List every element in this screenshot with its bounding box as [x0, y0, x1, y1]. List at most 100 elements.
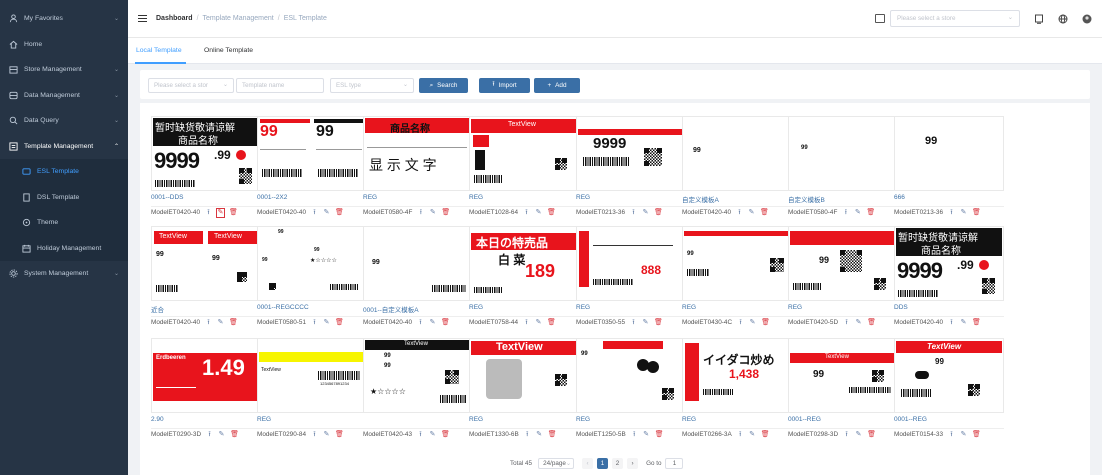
template-name[interactable]: 0001--REGCCCC [257, 304, 367, 311]
template-name-input[interactable]: Template name [236, 78, 324, 93]
upload-icon[interactable]: ⭱ [843, 319, 850, 327]
edit-icon[interactable]: ✎ [323, 431, 330, 439]
edit-icon[interactable]: ✎ [749, 319, 756, 327]
sidebar-item-home[interactable]: Home [0, 32, 128, 58]
upload-icon[interactable]: ⭱ [523, 209, 530, 217]
template-name[interactable]: REG [788, 304, 898, 311]
store-filter-select[interactable]: Please select a stor ⌄ [148, 78, 234, 93]
delete-icon[interactable]: 🗑 [441, 319, 450, 327]
template-thumbnail[interactable]: 9999 [576, 116, 686, 191]
upload-icon[interactable]: ⭱ [417, 431, 424, 439]
template-thumbnail[interactable]: TextView 1234567891234 [257, 338, 367, 413]
template-name[interactable]: 近合 [151, 304, 261, 314]
template-thumbnail[interactable]: 99 99 99 ★☆☆☆☆ [257, 226, 367, 301]
delete-icon[interactable]: 🗑 [441, 431, 450, 439]
delete-icon[interactable]: 🗑 [547, 319, 556, 327]
upload-icon[interactable]: ⭱ [843, 431, 850, 439]
template-thumbnail[interactable]: 暂时缺货敬请谅解 商品名称 9999 .99 [894, 226, 1004, 301]
upload-icon[interactable]: ⭱ [311, 209, 318, 217]
delete-icon[interactable]: 🗑 [548, 431, 557, 439]
upload-icon[interactable]: ⭱ [417, 319, 424, 327]
page-size-select[interactable]: 24/page ⌄ [538, 458, 575, 469]
template-name[interactable]: REG [469, 194, 579, 201]
template-name[interactable]: REG [257, 416, 367, 423]
template-thumbnail[interactable]: 888 [576, 226, 686, 301]
avatar[interactable] [1082, 14, 1092, 24]
tab-online-template[interactable]: Online Template [204, 47, 253, 54]
delete-icon[interactable]: 🗑 [760, 209, 769, 217]
upload-icon[interactable]: ⭱ [736, 209, 743, 217]
sidebar-item-favorites[interactable]: My Favorites ⌄ [0, 6, 128, 32]
delete-icon[interactable]: 🗑 [867, 431, 876, 439]
template-thumbnail[interactable]: 99 [363, 226, 473, 301]
globe-icon[interactable] [1058, 14, 1068, 24]
search-button[interactable]: ⌕ Search [419, 78, 468, 93]
edit-icon[interactable]: ✎ [217, 319, 224, 327]
delete-icon[interactable]: 🗑 [972, 431, 981, 439]
sidebar-item-template-management[interactable]: Template Management ⌃ [0, 134, 128, 160]
delete-icon[interactable]: 🗑 [229, 209, 238, 217]
template-card[interactable]: 本日の特売品 白 菜 189 REG ModelET0758-44 ⭱ ✎ 🗑 [469, 226, 579, 330]
upload-icon[interactable]: ⭱ [737, 431, 744, 439]
delete-icon[interactable]: 🗑 [335, 319, 344, 327]
screen-icon[interactable] [1034, 14, 1044, 24]
delete-icon[interactable]: 🗑 [761, 431, 770, 439]
next-page-button[interactable]: › [627, 458, 639, 469]
template-card[interactable]: 99 自定义模板A ModelET0420-40 ⭱ ✎ 🗑 [682, 116, 792, 220]
delete-icon[interactable]: 🗑 [761, 319, 770, 327]
template-card[interactable]: TextView REG ModelET1330-6B ⭱ ✎ 🗑 [469, 338, 579, 442]
upload-icon[interactable]: ⭱ [205, 319, 212, 327]
upload-icon[interactable]: ⭱ [417, 209, 424, 217]
delete-icon[interactable]: 🗑 [972, 319, 981, 327]
template-name[interactable]: REG [576, 304, 686, 311]
delete-icon[interactable]: 🗑 [229, 319, 238, 327]
upload-icon[interactable]: ⭱ [523, 319, 530, 327]
delete-icon[interactable]: 🗑 [441, 209, 450, 217]
upload-icon[interactable]: ⭱ [842, 209, 849, 217]
template-card[interactable]: TextView 99 99 ★☆☆☆☆ ModelET0420-43 ⭱ ✎ … [363, 338, 473, 442]
template-thumbnail[interactable]: TextView [469, 116, 579, 191]
edit-icon[interactable]: ✎ [535, 319, 542, 327]
template-thumbnail[interactable]: 商品名称 显 示 文 字 [363, 116, 473, 191]
template-card[interactable]: 99 REG ModelET0420-5D ⭱ ✎ 🗑 [788, 226, 898, 330]
edit-icon[interactable]: ✎ [536, 431, 543, 439]
template-name[interactable]: REG [469, 416, 579, 423]
template-name[interactable]: 0001--DDS [151, 194, 261, 201]
edit-icon[interactable]: ✎ [535, 209, 542, 217]
template-thumbnail[interactable]: 99 [788, 226, 898, 301]
template-card[interactable]: 商品名称 显 示 文 字 REG ModelET0580-4F ⭱ ✎ 🗑 [363, 116, 473, 220]
template-thumbnail[interactable]: TextView [469, 338, 579, 413]
menu-toggle-icon[interactable] [138, 15, 147, 22]
sidebar-item-dsl-template[interactable]: DSL Template [0, 184, 128, 210]
template-thumbnail[interactable]: 99 99 [257, 116, 367, 191]
breadcrumb-item[interactable]: Dashboard [156, 15, 193, 22]
template-thumbnail[interactable]: 99 [788, 116, 898, 191]
template-name[interactable]: 0001--REG [894, 416, 1004, 423]
delete-icon[interactable]: 🗑 [654, 319, 663, 327]
template-thumbnail[interactable]: 99 [682, 226, 792, 301]
edit-icon[interactable]: ✎ [429, 319, 436, 327]
template-thumbnail[interactable]: 暂时缺货敬请谅解 商品名称 9999 .99 [151, 116, 261, 191]
template-card[interactable]: TextView REG ModelET1028-64 ⭱ ✎ 🗑 [469, 116, 579, 220]
prev-page-button[interactable]: ‹ [582, 458, 594, 469]
sidebar-item-esl-template[interactable]: ESL Template [0, 159, 128, 185]
upload-icon[interactable]: ⭱ [524, 431, 531, 439]
template-card[interactable]: 99 自定义模板B ModelET0580-4F ⭱ ✎ 🗑 [788, 116, 898, 220]
template-name[interactable]: 2.90 [151, 416, 261, 423]
template-card[interactable]: 99 REG ModelET0430-4C ⭱ ✎ 🗑 [682, 226, 792, 330]
template-thumbnail[interactable]: 99 [894, 116, 1004, 191]
edit-icon[interactable]: ✎ [429, 431, 436, 439]
sidebar-item-theme[interactable]: Theme [0, 210, 128, 236]
breadcrumb-item[interactable]: Template Management [203, 15, 274, 22]
delete-icon[interactable]: 🗑 [547, 209, 556, 217]
edit-icon[interactable]: ✎ [855, 431, 862, 439]
upload-icon[interactable]: ⭱ [630, 319, 637, 327]
template-name[interactable]: REG [469, 304, 579, 311]
template-thumbnail[interactable]: TextView 99 99 ★☆☆☆☆ [363, 338, 473, 413]
template-card[interactable]: 9999 REG ModelET0213-36 ⭱ ✎ 🗑 [576, 116, 686, 220]
page-number[interactable]: 1 [597, 458, 609, 469]
delete-icon[interactable]: 🗑 [867, 319, 876, 327]
edit-icon[interactable]: ✎ [642, 319, 649, 327]
page-number[interactable]: 2 [612, 458, 624, 469]
delete-icon[interactable]: 🗑 [866, 209, 875, 217]
